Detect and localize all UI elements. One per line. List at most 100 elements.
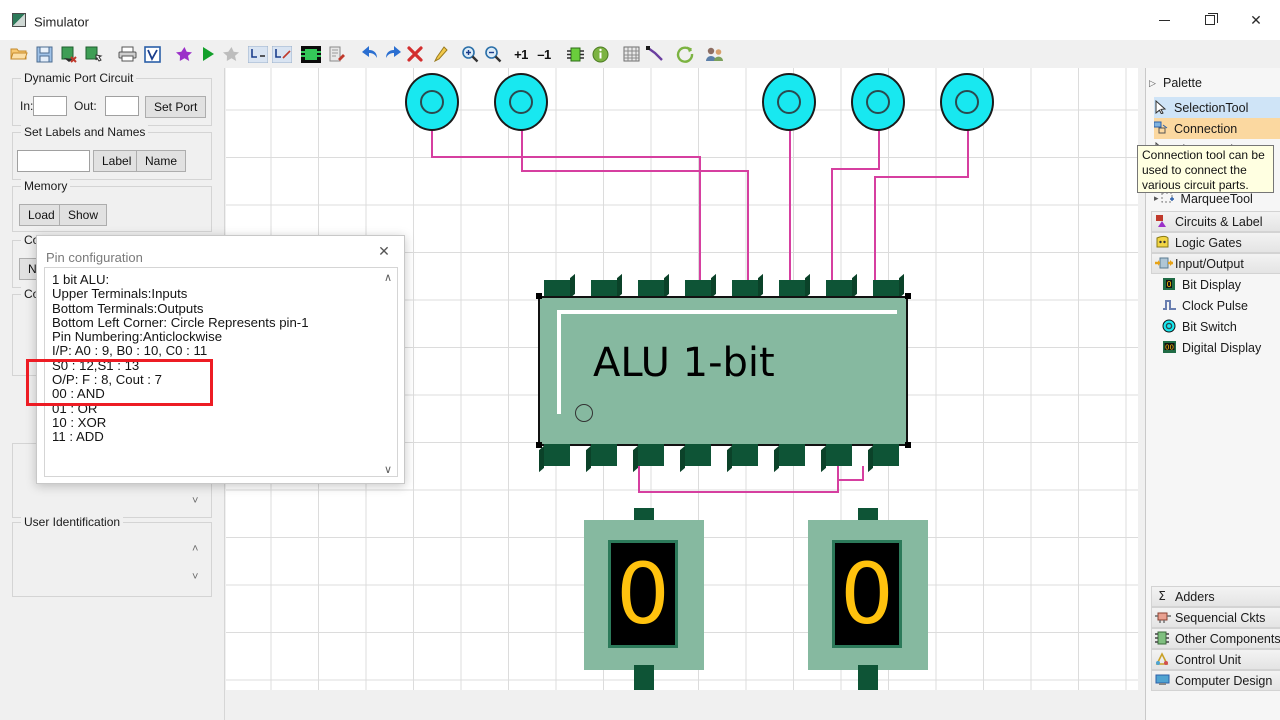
maximize-button[interactable] xyxy=(1187,0,1233,40)
palette-tool-selectiontool[interactable]: SelectionTool xyxy=(1154,97,1280,118)
marquee-expander-icon[interactable]: ▸ xyxy=(1154,193,1159,204)
save-icon[interactable] xyxy=(33,43,55,65)
palette-item-digital-display[interactable]: 00 Digital Display xyxy=(1162,337,1280,358)
bit-switch-2[interactable] xyxy=(494,73,548,131)
palette-category-control-unit[interactable]: Control Unit xyxy=(1151,649,1280,670)
wire-segment xyxy=(747,170,749,296)
close-button[interactable]: ✕ xyxy=(1233,0,1279,40)
user-identification-group: User Identification xyxy=(12,515,212,597)
alu-pin-bottom-2[interactable] xyxy=(591,444,617,466)
palette-item-bit-display[interactable]: 0 Bit Display xyxy=(1162,274,1280,295)
star-grey-icon[interactable] xyxy=(220,43,242,65)
refresh-icon[interactable] xyxy=(674,43,696,65)
out-input[interactable] xyxy=(105,96,139,116)
alu-pin-bottom-3[interactable] xyxy=(638,444,664,466)
palette-category-label: Other Components xyxy=(1175,631,1280,646)
alu-pin1-circle xyxy=(575,404,593,422)
selection-handle[interactable] xyxy=(536,442,542,448)
ic-icon[interactable] xyxy=(564,43,586,65)
bit-switch-4[interactable] xyxy=(851,73,905,131)
name-button[interactable]: Name xyxy=(136,150,187,172)
grid-icon[interactable] xyxy=(620,43,642,65)
redo-icon[interactable] xyxy=(382,43,404,65)
selection-handle[interactable] xyxy=(905,442,911,448)
in-input[interactable] xyxy=(33,96,67,116)
export-icon[interactable] xyxy=(58,43,80,65)
probe-icon[interactable] xyxy=(428,43,450,65)
edit-doc-icon[interactable] xyxy=(325,43,347,65)
spin-list-down[interactable]: ˅ xyxy=(192,495,218,507)
alu-component[interactable]: ALU 1-bit xyxy=(538,296,908,446)
display-right-pin-bottom[interactable] xyxy=(858,665,878,690)
bit-switch-3[interactable] xyxy=(762,73,816,131)
delete-icon[interactable] xyxy=(404,43,426,65)
pulse-low-icon[interactable] xyxy=(247,43,269,65)
dialog-close-button[interactable]: ✕ xyxy=(364,236,404,266)
wire-icon[interactable] xyxy=(644,43,666,65)
pulse-edge-icon[interactable] xyxy=(271,43,293,65)
decrement-icon[interactable]: –1 xyxy=(532,43,556,65)
window-title: Simulator xyxy=(34,14,89,30)
users-icon[interactable] xyxy=(703,43,725,65)
label-button[interactable]: Label xyxy=(93,150,141,172)
info-icon[interactable] xyxy=(589,43,611,65)
selection-handle[interactable] xyxy=(905,293,911,299)
palette-category-label: Computer Design xyxy=(1175,673,1273,688)
wire-segment xyxy=(521,130,523,172)
dialog-scrollbar[interactable]: ∧ ∨ xyxy=(380,269,396,476)
run-icon[interactable] xyxy=(197,43,219,65)
set-port-button[interactable]: Set Port xyxy=(145,96,207,118)
wire-segment xyxy=(699,156,701,296)
minimize-button[interactable] xyxy=(1141,0,1187,40)
label-text-input[interactable] xyxy=(17,150,90,172)
selection-handle[interactable] xyxy=(536,293,542,299)
wire-segment xyxy=(967,130,969,178)
chip-icon[interactable] xyxy=(300,43,322,65)
memory-load-button[interactable]: Load xyxy=(19,204,64,226)
print-icon[interactable] xyxy=(116,43,138,65)
palette-category-input-output[interactable]: Input/Output xyxy=(1151,253,1280,274)
palette-category-other-components[interactable]: Other Components xyxy=(1151,628,1280,649)
palette-item-clock-pulse[interactable]: Clock Pulse xyxy=(1162,295,1280,316)
bit-display-left[interactable]: 0 xyxy=(584,520,704,670)
bit-display-right[interactable]: 0 xyxy=(808,520,928,670)
zoom-in-icon[interactable] xyxy=(459,43,481,65)
bit-switch-1[interactable] xyxy=(405,73,459,131)
zoom-out-icon[interactable] xyxy=(482,43,504,65)
palette-category-circuits-label[interactable]: Circuits & Label xyxy=(1151,211,1280,232)
alu-pin-bottom-4[interactable] xyxy=(685,444,711,466)
bit-switch-5[interactable] xyxy=(940,73,994,131)
palette-item-label: Clock Pulse xyxy=(1182,298,1248,313)
palette-category-adders[interactable]: Σ Adders xyxy=(1151,586,1280,607)
verify-icon[interactable] xyxy=(141,43,163,65)
app-icon xyxy=(12,13,26,27)
alu-pin-bottom-5[interactable] xyxy=(732,444,758,466)
in-label: In: xyxy=(20,99,34,113)
memory-show-button[interactable]: Show xyxy=(59,204,108,226)
alu-pin-bottom-7[interactable] xyxy=(826,444,852,466)
star-purple-icon[interactable] xyxy=(173,43,195,65)
user-id-spin-down[interactable]: ˅ xyxy=(192,571,218,583)
palette-category-computer-design[interactable]: Computer Design xyxy=(1151,670,1280,691)
wire-segment xyxy=(431,156,524,158)
display-left-pin-bottom[interactable] xyxy=(634,665,654,690)
wire-segment xyxy=(431,130,433,158)
copy-icon[interactable] xyxy=(83,43,105,65)
scroll-up-icon[interactable]: ∧ xyxy=(380,269,396,285)
palette-category-label: Sequencial Ckts xyxy=(1175,610,1266,625)
alu-pin-bottom-6[interactable] xyxy=(779,444,805,466)
palette-item-bit-switch[interactable]: Bit Switch xyxy=(1162,316,1280,337)
other-components-icon xyxy=(1155,631,1171,647)
svg-text:0: 0 xyxy=(1166,280,1171,289)
palette-expander-icon[interactable]: ▷ xyxy=(1149,78,1156,89)
alu-pin-bottom-1[interactable] xyxy=(544,444,570,466)
palette-category-logic-gates[interactable]: Logic Gates xyxy=(1151,232,1280,253)
palette-category-sequencial-ckts[interactable]: Sequencial Ckts xyxy=(1151,607,1280,628)
open-icon[interactable] xyxy=(8,43,30,65)
increment-icon[interactable]: +1 xyxy=(509,43,533,65)
undo-icon[interactable] xyxy=(358,43,380,65)
user-id-spin-up[interactable]: ˄ xyxy=(192,543,218,555)
palette-tool-connection[interactable]: Connection xyxy=(1153,118,1280,139)
alu-pin-bottom-8[interactable] xyxy=(873,444,899,466)
scroll-down-icon[interactable]: ∨ xyxy=(380,461,396,476)
